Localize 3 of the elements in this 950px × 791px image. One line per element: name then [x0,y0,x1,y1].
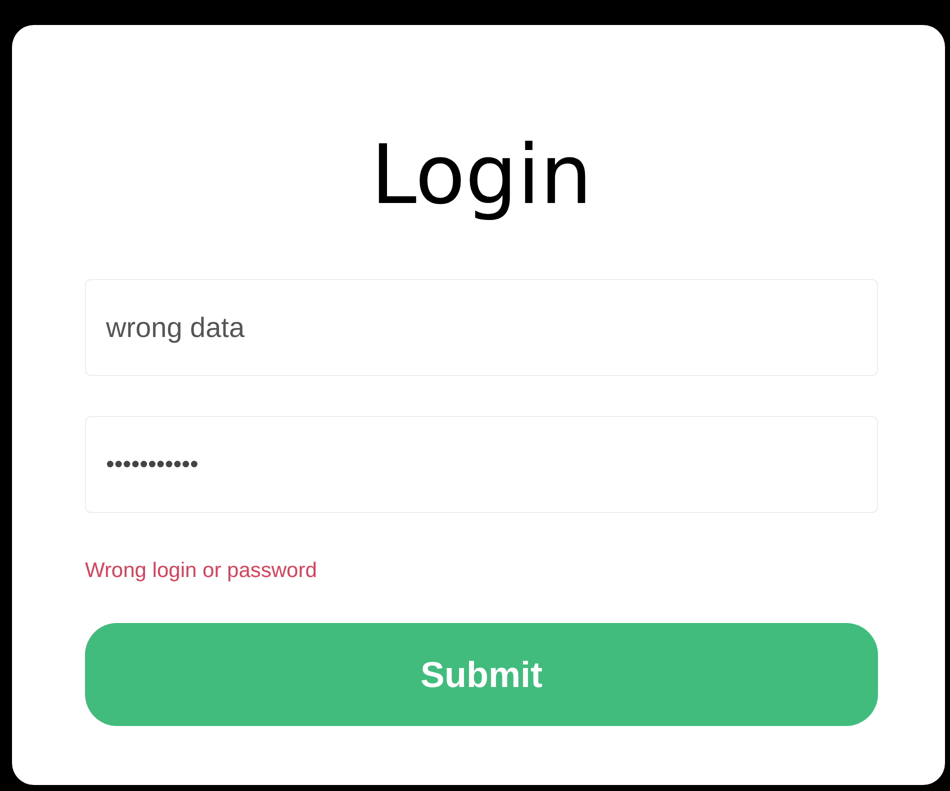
login-field[interactable]: wrong data [85,279,878,376]
error-message: Wrong login or password [85,559,318,583]
password-field[interactable]: ••••••••••• [85,416,878,513]
